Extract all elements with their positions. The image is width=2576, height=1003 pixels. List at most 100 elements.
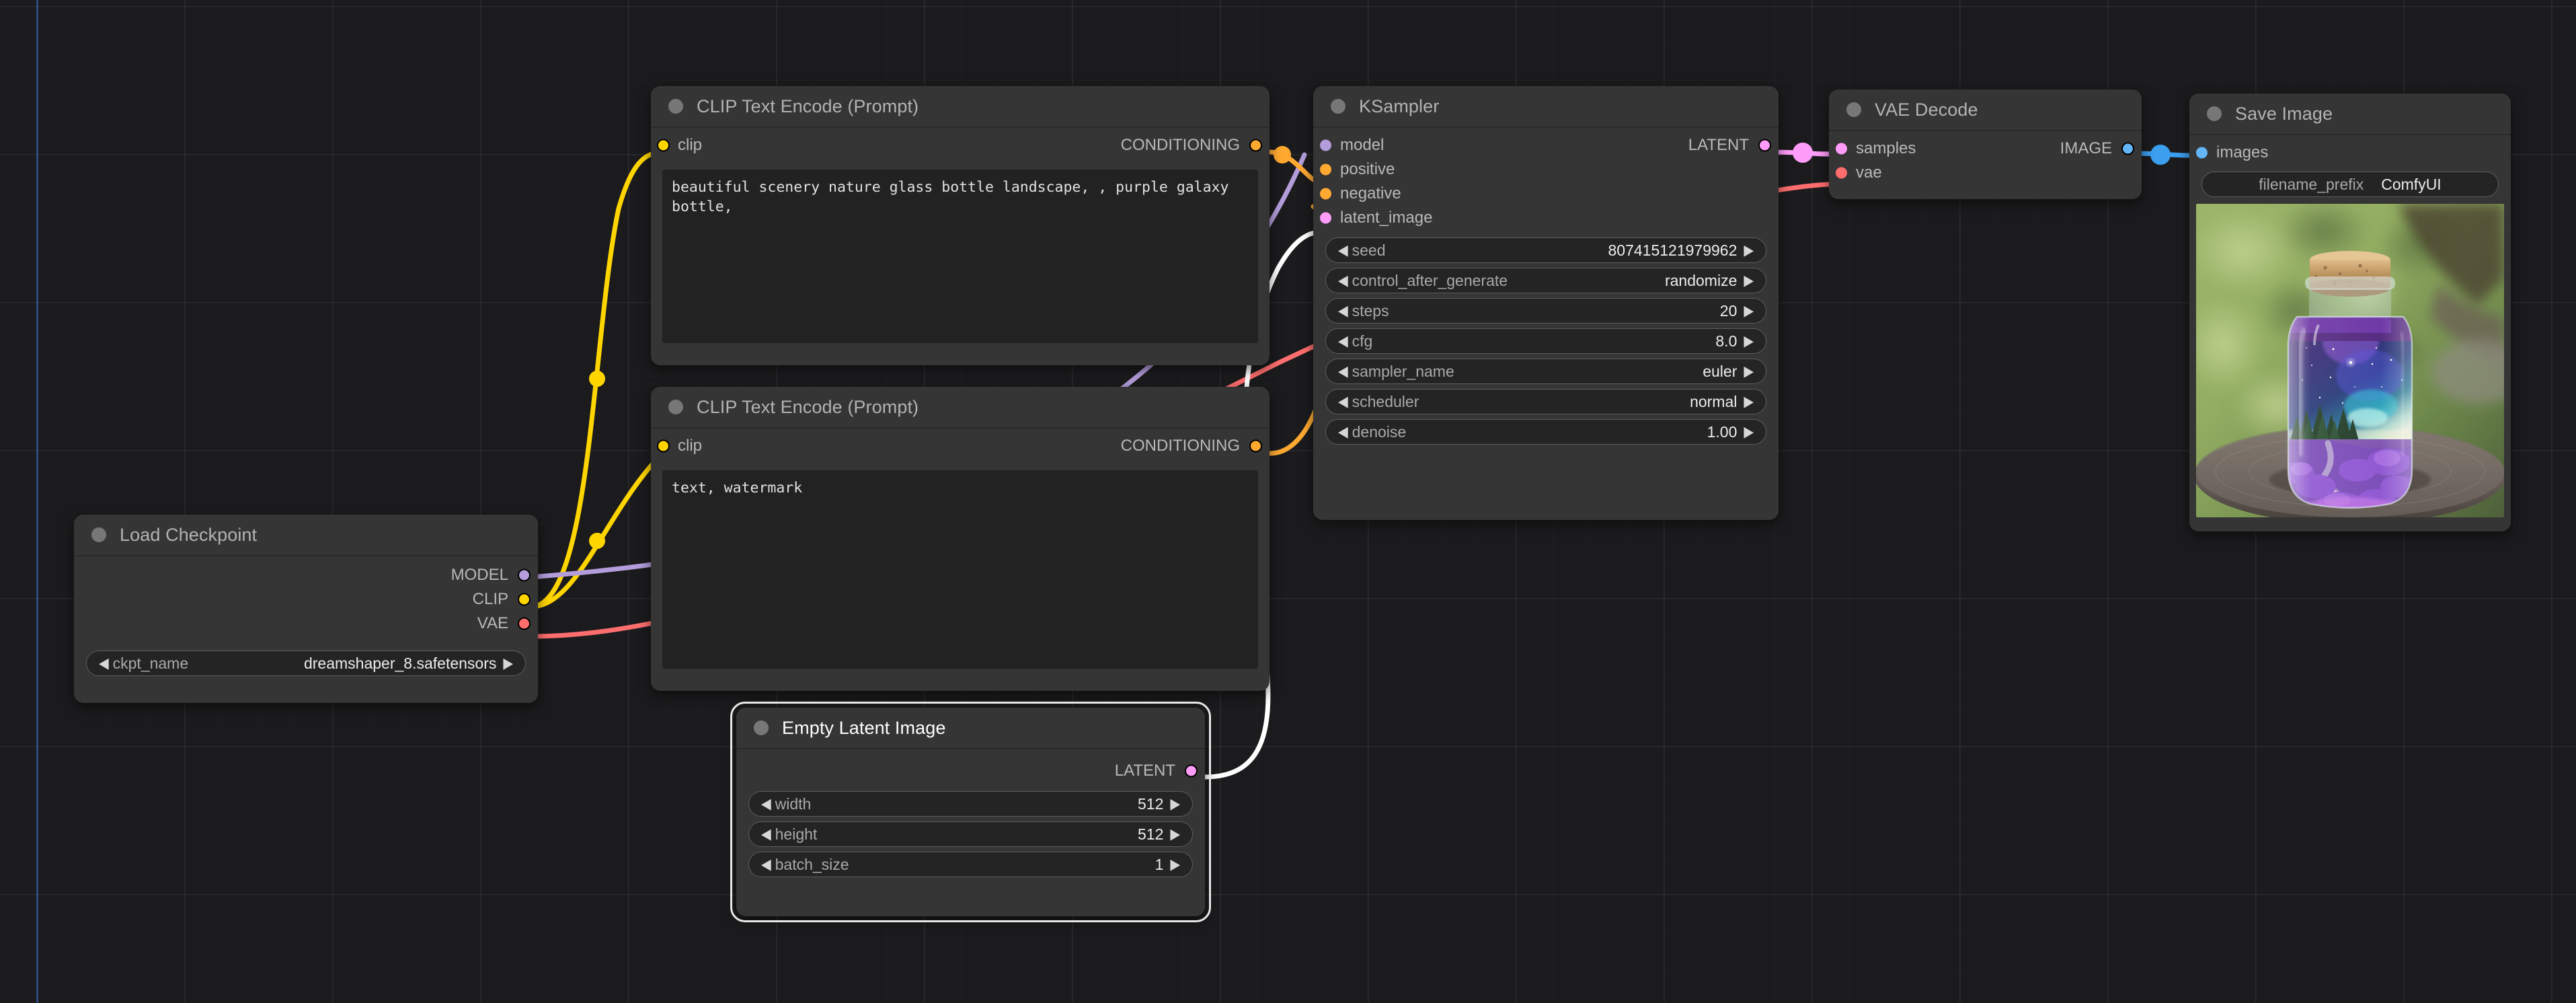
widget-height[interactable]: ◀ height 512 ▶ <box>748 821 1193 847</box>
output-slot-latent[interactable]: LATENT <box>736 759 1205 783</box>
widget-label: ckpt_name <box>113 655 189 673</box>
node-save-image[interactable]: Save Image images filename_prefix ComfyU… <box>2189 94 2511 531</box>
widget-control-after-generate[interactable]: ◀ control_after_generate randomize ▶ <box>1325 268 1766 293</box>
slot-dot-clip-icon[interactable] <box>657 440 670 453</box>
widget-value: euler <box>1703 363 1737 381</box>
collapse-dot-icon[interactable] <box>754 720 769 735</box>
slot-dot-conditioning-icon[interactable] <box>1249 139 1262 152</box>
arrow-right-icon[interactable]: ▶ <box>1744 364 1754 379</box>
widget-label: seed <box>1352 242 1386 260</box>
arrow-left-icon[interactable]: ◀ <box>761 827 771 842</box>
widget-sampler-name[interactable]: ◀ sampler_name euler ▶ <box>1325 359 1766 384</box>
arrow-right-icon[interactable]: ▶ <box>1744 334 1754 348</box>
input-slot-negative[interactable]: negative <box>1313 182 1779 206</box>
node-header[interactable]: Save Image <box>2189 94 2511 135</box>
input-label: positive <box>1340 160 1395 179</box>
node-clip-text-encode-positive[interactable]: CLIP Text Encode (Prompt) clip CONDITION… <box>651 86 1270 365</box>
arrow-left-icon[interactable]: ◀ <box>1338 243 1348 258</box>
slot-dot-positive-icon[interactable] <box>1320 164 1331 176</box>
widget-denoise[interactable]: ◀ denoise 1.00 ▶ <box>1325 419 1766 445</box>
node-header[interactable]: VAE Decode <box>1829 89 2142 131</box>
arrow-left-icon[interactable]: ◀ <box>1338 364 1348 379</box>
node-ksampler[interactable]: KSampler model LATENT positive negative … <box>1313 86 1779 520</box>
arrow-right-icon[interactable]: ▶ <box>1170 827 1180 842</box>
node-header[interactable]: Empty Latent Image <box>736 708 1205 749</box>
collapse-dot-icon[interactable] <box>2207 106 2222 121</box>
collapse-dot-icon[interactable] <box>1331 99 1345 114</box>
node-empty-latent-image[interactable]: Empty Latent Image LATENT ◀ width 512 ▶ … <box>736 708 1205 916</box>
node-title: Empty Latent Image <box>782 718 945 739</box>
widget-steps[interactable]: ◀ steps 20 ▶ <box>1325 298 1766 324</box>
widget-ckpt-name[interactable]: ◀ ckpt_name dreamshaper_8.safetensors ▶ <box>86 651 526 676</box>
slot-dot-conditioning-icon[interactable] <box>1249 440 1262 453</box>
arrow-left-icon[interactable]: ◀ <box>1338 394 1348 409</box>
prompt-textarea[interactable]: beautiful scenery nature glass bottle la… <box>662 170 1258 343</box>
slot-dot-latent-icon[interactable] <box>1185 765 1198 778</box>
output-label: MODEL <box>451 566 508 585</box>
input-slot-positive[interactable]: positive <box>1313 157 1779 182</box>
arrow-left-icon[interactable]: ◀ <box>1338 273 1348 288</box>
arrow-right-icon[interactable]: ▶ <box>1170 796 1180 811</box>
collapse-dot-icon[interactable] <box>91 527 106 542</box>
collapse-dot-icon[interactable] <box>1846 102 1861 117</box>
arrow-left-icon[interactable]: ◀ <box>99 656 109 671</box>
arrow-right-icon[interactable]: ▶ <box>1170 857 1180 872</box>
image-preview[interactable] <box>2196 204 2504 517</box>
node-clip-text-encode-negative[interactable]: CLIP Text Encode (Prompt) clip CONDITION… <box>651 387 1270 691</box>
slot-dot-latent-image-icon[interactable] <box>1320 213 1331 224</box>
arrow-left-icon[interactable]: ◀ <box>1338 303 1348 318</box>
widget-filename-prefix[interactable]: filename_prefix ComfyUI <box>2201 172 2499 197</box>
slot-dot-model-icon[interactable] <box>518 569 531 582</box>
arrow-right-icon[interactable]: ▶ <box>1744 394 1754 409</box>
widget-value: 807415121979962 <box>1608 242 1738 260</box>
arrow-right-icon[interactable]: ▶ <box>1744 243 1754 258</box>
widget-value: 20 <box>1720 302 1738 320</box>
slot-dot-clip-icon[interactable] <box>518 593 531 606</box>
node-header[interactable]: CLIP Text Encode (Prompt) <box>651 387 1270 429</box>
slot-row-samples-image: samples IMAGE <box>1829 137 2142 161</box>
slot-dot-vae-icon[interactable] <box>1836 168 1847 179</box>
widget-batch-size[interactable]: ◀ batch_size 1 ▶ <box>748 852 1193 877</box>
graph-canvas[interactable]: Load Checkpoint MODEL CLIP VAE ◀ ckpt_na… <box>0 0 2576 1003</box>
output-label-latent: LATENT <box>1688 136 1749 155</box>
arrow-right-icon[interactable]: ▶ <box>503 656 513 671</box>
output-slot-clip[interactable]: CLIP <box>74 587 538 611</box>
slot-dot-vae-icon[interactable] <box>518 618 531 630</box>
node-header[interactable]: CLIP Text Encode (Prompt) <box>651 86 1270 128</box>
collapse-dot-icon[interactable] <box>668 400 683 414</box>
slot-dot-model-icon[interactable] <box>1320 140 1331 151</box>
output-label-image: IMAGE <box>2060 139 2112 158</box>
input-slot-latent-image[interactable]: latent_image <box>1313 206 1779 230</box>
widget-seed[interactable]: ◀ seed 807415121979962 ▶ <box>1325 237 1766 263</box>
input-slot-images[interactable]: images <box>2189 141 2511 165</box>
arrow-right-icon[interactable]: ▶ <box>1744 424 1754 439</box>
widget-cfg[interactable]: ◀ cfg 8.0 ▶ <box>1325 328 1766 354</box>
slot-dot-image-icon[interactable] <box>2121 143 2134 155</box>
widget-label: width <box>775 795 812 813</box>
widget-label: filename_prefix <box>2259 176 2364 194</box>
node-header[interactable]: Load Checkpoint <box>74 515 538 556</box>
collapse-dot-icon[interactable] <box>668 99 683 114</box>
slot-dot-samples-icon[interactable] <box>1836 143 1847 155</box>
slot-dot-latent-icon[interactable] <box>1758 139 1771 152</box>
arrow-right-icon[interactable]: ▶ <box>1744 303 1754 318</box>
node-load-checkpoint[interactable]: Load Checkpoint MODEL CLIP VAE ◀ ckpt_na… <box>74 515 538 703</box>
input-slot-vae[interactable]: vae <box>1829 161 2142 185</box>
output-slot-model[interactable]: MODEL <box>74 563 538 587</box>
node-vae-decode[interactable]: VAE Decode samples IMAGE vae <box>1829 89 2142 199</box>
node-header[interactable]: KSampler <box>1313 86 1779 128</box>
arrow-left-icon[interactable]: ◀ <box>761 796 771 811</box>
widget-scheduler[interactable]: ◀ scheduler normal ▶ <box>1325 389 1766 414</box>
slot-dot-clip-icon[interactable] <box>657 139 670 152</box>
output-slot-vae[interactable]: VAE <box>74 611 538 636</box>
output-label-conditioning: CONDITIONING <box>1121 437 1240 455</box>
arrow-right-icon[interactable]: ▶ <box>1744 273 1754 288</box>
slot-dot-negative-icon[interactable] <box>1320 188 1331 200</box>
arrow-left-icon[interactable]: ◀ <box>1338 334 1348 348</box>
widget-value: 1.00 <box>1707 423 1738 441</box>
widget-width[interactable]: ◀ width 512 ▶ <box>748 791 1193 817</box>
prompt-textarea[interactable]: text, watermark <box>662 470 1258 669</box>
arrow-left-icon[interactable]: ◀ <box>761 857 771 872</box>
arrow-left-icon[interactable]: ◀ <box>1338 424 1348 439</box>
slot-dot-images-icon[interactable] <box>2196 147 2208 159</box>
